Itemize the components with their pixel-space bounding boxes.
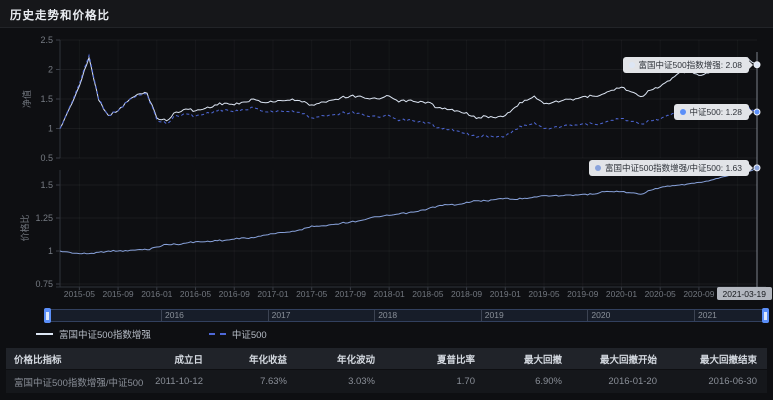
table-cell: 2011-10-12 <box>151 376 213 387</box>
x-axis-tick-label: 2018-05 <box>412 289 443 299</box>
series-dot-icon <box>595 165 601 171</box>
fund-analysis-panel: 历史走势和价格比 2.521.510.51.51.2510.752015-052… <box>0 0 773 400</box>
ratio-end-value-text: 富国中证500指数增强/中证500: 1.63 <box>605 162 742 174</box>
table-header-cell: 年化收益 <box>213 352 297 366</box>
slider-year-label: 2021 <box>694 310 717 321</box>
x-axis-tick-label: 2016-05 <box>180 289 211 299</box>
chart-legend: 富国中证500指数增强 中证500 <box>36 327 267 341</box>
x-axis-tick-label: 2018-01 <box>374 289 405 299</box>
y-axis-tick-label: 1 <box>48 246 53 256</box>
tooltip-arrow-icon <box>749 164 753 172</box>
legend-item-index[interactable]: 中证500 <box>209 327 267 341</box>
table-header-row: 价格比指标成立日年化收益年化波动夏普比率最大回撤最大回撤开始最大回撤结束 <box>6 348 767 369</box>
y-axis-title-ratio: 价格比 <box>19 214 30 241</box>
x-axis-tick-label: 2018-09 <box>451 289 482 299</box>
table-cell: 2016-06-30 <box>667 376 767 387</box>
slider-year-label: 2017 <box>268 310 291 321</box>
table-cell: 1.70 <box>385 376 485 387</box>
table-cell: 2016-01-20 <box>572 376 667 387</box>
x-axis-tick-label: 2017-09 <box>335 289 366 299</box>
slider-left-handle[interactable] <box>44 308 51 323</box>
slider-year-label: 2018 <box>374 310 397 321</box>
fund-end-value-text: 富国中证500指数增强: 2.08 <box>639 59 742 71</box>
x-axis-tick-label: 2016-09 <box>219 289 250 299</box>
slider-year-label: 2019 <box>481 310 504 321</box>
table-cell: 富国中证500指数增强/中证500 <box>6 375 151 389</box>
y-axis-tick-label: 1.25 <box>35 213 53 223</box>
table-row: 富国中证500指数增强/中证5002011-10-127.63%3.03%1.7… <box>6 370 767 393</box>
table-header-cell: 年化波动 <box>297 352 385 366</box>
x-axis-tick-label: 2020-09 <box>683 289 714 299</box>
table-header-cell: 价格比指标 <box>6 352 151 366</box>
y-axis-tick-label: 0.5 <box>40 153 53 163</box>
table-cell: 7.63% <box>213 376 297 387</box>
table-header-cell: 成立日 <box>151 352 213 366</box>
series-end-marker <box>754 165 760 171</box>
table-header-cell: 最大回撤 <box>485 352 572 366</box>
fund-end-value-label: 富国中证500指数增强: 2.08 <box>623 57 749 73</box>
index-end-value-label: 中证500: 1.28 <box>674 104 749 120</box>
dashed-line-icon <box>209 333 226 335</box>
y-axis-title-nav: 净值 <box>21 90 32 108</box>
ratio-metrics-table: 价格比指标成立日年化收益年化波动夏普比率最大回撤最大回撤开始最大回撤结束 富国中… <box>6 348 767 393</box>
x-axis-tick-label: 2017-05 <box>296 289 327 299</box>
y-axis-tick-label: 2.5 <box>40 35 53 45</box>
crosshair-date-label: 2021-03-19 <box>717 287 772 300</box>
series-end-marker <box>754 62 760 68</box>
ratio-end-value-label: 富国中证500指数增强/中证500: 1.63 <box>589 160 749 176</box>
table-header-cell: 最大回撤结束 <box>667 352 767 366</box>
legend-label: 富国中证500指数增强 <box>59 327 151 341</box>
x-axis-tick-label: 2017-01 <box>257 289 288 299</box>
x-axis-tick-label: 2015-09 <box>102 289 133 299</box>
slider-year-label: 2016 <box>161 310 184 321</box>
solid-line-icon <box>36 333 53 335</box>
x-axis-tick-label: 2020-05 <box>645 289 676 299</box>
series-end-marker <box>754 109 760 115</box>
table-cell: 3.03% <box>297 376 385 387</box>
y-axis-tick-label: 2 <box>48 65 53 75</box>
price-history-chart[interactable]: 2.5 2 1.5 1 0.5 1.5 1.25 1 0.75 2015-05 2015-09 201… <box>0 0 773 305</box>
series-dot-icon <box>680 109 686 115</box>
index-end-value-text: 中证500: 1.28 <box>690 106 742 118</box>
table-header-cell: 最大回撤开始 <box>572 352 667 366</box>
legend-label: 中证500 <box>232 327 267 341</box>
x-axis-tick-label: 2015-05 <box>64 289 95 299</box>
y-axis-tick-label: 1.5 <box>40 180 53 190</box>
y-axis-tick-label: 1.5 <box>40 94 53 104</box>
x-axis-tick-label: 2016-01 <box>141 289 172 299</box>
x-axis-tick-label: 2019-09 <box>567 289 598 299</box>
tooltip-arrow-icon <box>749 61 753 69</box>
table-header-cell: 夏普比率 <box>385 352 485 366</box>
tooltip-arrow-icon <box>749 108 753 116</box>
table-cell: 6.90% <box>485 376 572 387</box>
y-axis-tick-label: 1 <box>48 124 53 134</box>
series-dot-icon <box>629 62 635 68</box>
slider-year-label: 2020 <box>587 310 610 321</box>
x-axis-tick-label: 2020-01 <box>606 289 637 299</box>
x-axis-tick-label: 2019-05 <box>528 289 559 299</box>
series-line-ratio <box>60 168 757 254</box>
data-zoom-slider[interactable]: 2016 2017 2018 2019 2020 2021 <box>48 309 766 322</box>
legend-item-fund[interactable]: 富国中证500指数增强 <box>36 327 151 341</box>
slider-year-labels: 2016 2017 2018 2019 2020 2021 <box>49 310 765 321</box>
x-axis-tick-label: 2019-01 <box>490 289 521 299</box>
y-axis-tick-label: 0.75 <box>35 279 53 289</box>
slider-right-handle[interactable] <box>762 308 769 323</box>
